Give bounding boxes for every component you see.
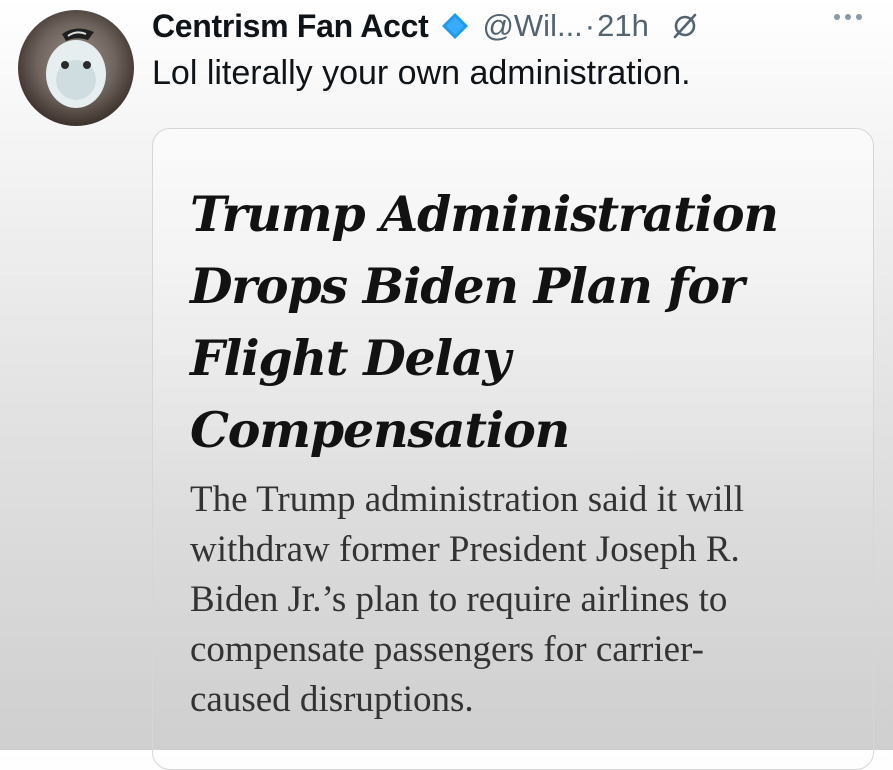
article-summary: The Trump administration said it will wi… bbox=[190, 475, 830, 725]
timestamp[interactable]: 21h bbox=[597, 8, 649, 44]
more-options-icon[interactable] bbox=[834, 14, 862, 20]
verified-badge-icon bbox=[440, 11, 470, 41]
headline-line: Compensation bbox=[190, 401, 570, 459]
summary-line: The Trump administration said it will bbox=[190, 479, 744, 520]
separator-dot: · bbox=[584, 8, 596, 43]
headline-line: Flight Delay bbox=[190, 329, 511, 387]
tweet-text: Lol literally your own administration. bbox=[152, 54, 691, 92]
article-headline[interactable]: Trump Administration Drops Biden Plan fo… bbox=[190, 178, 810, 466]
headline-line: Drops Biden Plan for bbox=[190, 257, 745, 315]
summary-line: withdraw former President Joseph R. bbox=[190, 529, 740, 570]
summary-line: compensate passengers for carrier- bbox=[190, 629, 704, 670]
grok-icon[interactable] bbox=[671, 12, 699, 40]
avatar[interactable] bbox=[18, 10, 134, 126]
summary-line: caused disruptions. bbox=[190, 679, 474, 720]
user-handle[interactable]: @Wil... bbox=[482, 8, 582, 44]
tweet-header: Centrism Fan Acct @Wil... · 21h bbox=[152, 6, 699, 46]
headline-line: Trump Administration bbox=[190, 185, 779, 243]
summary-line: Biden Jr.’s plan to require airlines to bbox=[190, 579, 728, 620]
display-name[interactable]: Centrism Fan Acct bbox=[152, 8, 429, 45]
